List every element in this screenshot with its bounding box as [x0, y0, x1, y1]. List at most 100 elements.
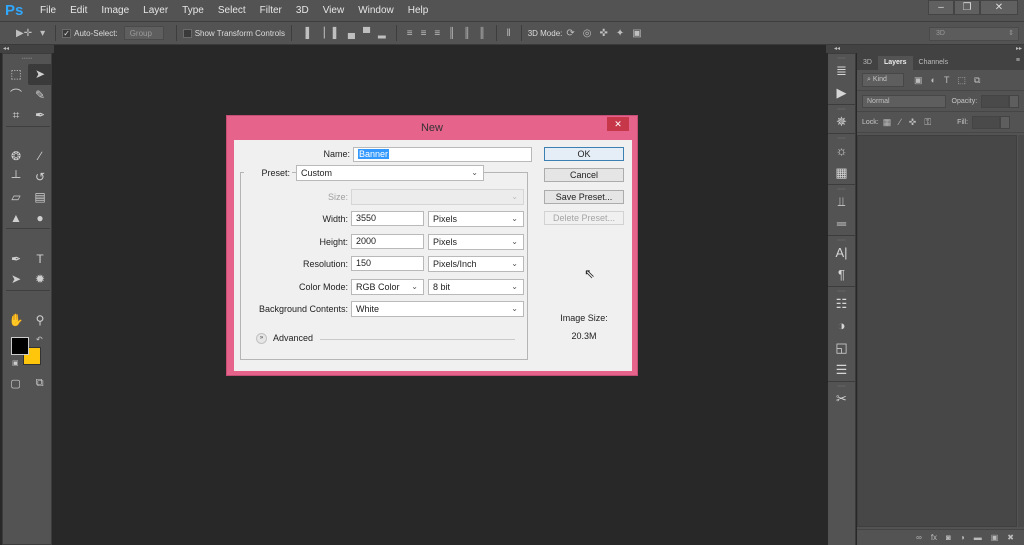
fill-dropdown[interactable] [1000, 115, 1011, 129]
dock-group-grip[interactable]: •••••• [828, 184, 855, 191]
distribute-left-icon[interactable]: ║ [448, 28, 455, 39]
lasso-tool[interactable]: ⌒ [4, 85, 28, 106]
layers-scrollbar[interactable] [1018, 135, 1024, 527]
brush-presets-icon[interactable]: ⫫ [828, 191, 855, 213]
height-unit-dropdown[interactable]: Pixels ⌄ [428, 234, 524, 250]
move-tool[interactable]: ➤ [28, 64, 52, 85]
opacity-dropdown[interactable] [1009, 94, 1019, 108]
rectangular-marquee-tool[interactable]: ⬚ [4, 64, 28, 85]
filter-kind-dropdown[interactable]: ⌕ Kind [862, 73, 904, 87]
advanced-expand-icon[interactable]: » [256, 333, 267, 344]
distribute-horizontal-center-icon[interactable]: ║ [463, 28, 470, 39]
distribute-bottom-icon[interactable]: ≡ [434, 28, 440, 39]
delete-layer-icon[interactable]: ✖ [1007, 533, 1014, 542]
menu-edit[interactable]: Edit [63, 5, 94, 16]
styles-icon[interactable]: ◑ [828, 315, 855, 337]
link-layers-icon[interactable]: ∞ [916, 533, 922, 542]
filter-adjustment-icon[interactable]: ◐ [931, 75, 936, 85]
menu-layer[interactable]: Layer [136, 5, 175, 16]
history-brush-tool[interactable]: ↺ [28, 167, 52, 188]
lock-position-icon[interactable]: ✜ [909, 117, 917, 128]
3d-scale-icon[interactable]: ▣ [632, 28, 641, 39]
menu-type[interactable]: Type [175, 5, 211, 16]
dock-group-grip[interactable]: •••••• [828, 235, 855, 242]
advanced-label[interactable]: Advanced [273, 333, 313, 343]
workspace-dropdown[interactable]: 3D ⇕ [929, 27, 1019, 41]
menu-file[interactable]: File [33, 5, 63, 16]
pen-tool[interactable]: ✒ [4, 249, 28, 270]
character-icon[interactable]: A| [828, 242, 855, 264]
tool-presets-icon[interactable]: ═ [828, 213, 855, 235]
clone-stamp-tool[interactable]: ┴ [4, 167, 28, 188]
name-input[interactable]: Banner [353, 147, 532, 162]
auto-align-icon[interactable]: ‖ [507, 28, 511, 39]
path-selection-tool[interactable]: ➤ [4, 269, 28, 290]
eraser-tool[interactable]: ▱ [4, 187, 28, 208]
3d-pan-icon[interactable]: ✜ [600, 28, 608, 39]
menu-image[interactable]: Image [94, 5, 136, 16]
auto-select-checkbox[interactable]: ✓ [62, 28, 72, 38]
gradient-tool[interactable]: ▤ [28, 187, 52, 208]
dialog-close-button[interactable]: ✕ [607, 117, 629, 131]
menu-view[interactable]: View [316, 5, 352, 16]
auto-select-target-dropdown[interactable]: Group [123, 26, 164, 40]
zoom-tool[interactable]: ⚲ [28, 310, 52, 331]
background-contents-dropdown[interactable]: White ⌄ [351, 301, 524, 317]
fill-input[interactable] [972, 115, 1001, 129]
restore-button[interactable]: ❐ [954, 0, 980, 15]
foreground-color-swatch[interactable] [11, 336, 29, 355]
show-transform-checkbox[interactable] [182, 28, 192, 38]
opacity-input[interactable] [981, 94, 1010, 108]
color-palette-icon[interactable]: ☼ [828, 140, 855, 162]
menu-window[interactable]: Window [351, 5, 401, 16]
swap-colors-icon[interactable]: ↶ [36, 335, 43, 344]
distribute-right-icon[interactable]: ║ [478, 28, 485, 39]
menu-3d[interactable]: 3D [289, 5, 316, 16]
distribute-vertical-center-icon[interactable]: ≡ [421, 28, 427, 39]
lock-image-icon[interactable]: ∕ [899, 117, 901, 127]
dock-group-grip[interactable]: •••••• [828, 133, 855, 140]
blur-tool[interactable]: ▲ [4, 208, 28, 229]
layers-list[interactable] [857, 135, 1017, 527]
filter-shape-icon[interactable]: ⬚ [957, 75, 966, 86]
filter-smart-object-icon[interactable]: ⧉ [974, 75, 980, 86]
minimize-button[interactable]: – [928, 0, 954, 15]
ok-button[interactable]: OK [544, 147, 624, 161]
tools-icon[interactable]: ✂ [828, 388, 855, 410]
save-preset-button[interactable]: Save Preset... [544, 190, 624, 204]
crop-tool[interactable]: ⌗ [4, 105, 28, 126]
panel-menu-icon[interactable]: ≡ [1016, 57, 1020, 64]
quick-selection-tool[interactable]: ✎ [28, 85, 52, 106]
dock-group-grip[interactable]: •••••• [828, 286, 855, 293]
hand-tool[interactable]: ✋ [4, 310, 28, 331]
menu-filter[interactable]: Filter [253, 5, 289, 16]
fx-icon[interactable]: fx [931, 533, 937, 542]
color-mode-dropdown[interactable]: RGB Color ⌄ [351, 279, 424, 295]
tab-channels[interactable]: Channels [913, 56, 955, 70]
height-input[interactable]: 2000 [351, 234, 424, 249]
toolbox-collapse-button[interactable]: ◂◂ [0, 45, 54, 53]
quick-mask-icon[interactable]: ▢ [10, 377, 20, 390]
adjustments-icon[interactable]: ☷ [828, 293, 855, 315]
custom-shape-tool[interactable]: ✹ [28, 269, 52, 290]
actions-play-icon[interactable]: ▶ [828, 82, 855, 104]
default-colors-icon[interactable]: ▣ [12, 359, 19, 367]
filter-type-icon[interactable]: T [944, 75, 950, 85]
align-top-icon[interactable]: ▐ [302, 28, 309, 39]
move-tool-preset-icon[interactable]: ▶✛ [16, 28, 32, 39]
tool-preset-dropdown-icon[interactable]: ▾ [40, 28, 45, 39]
3d-rotate-icon[interactable]: ⟳ [566, 28, 574, 39]
spot-healing-tool[interactable]: ❂ [4, 146, 28, 167]
adjustment-layer-icon[interactable]: ◑ [960, 533, 965, 542]
3d-roll-icon[interactable]: ◎ [583, 28, 592, 39]
align-horizontal-center-icon[interactable]: ▀ [363, 28, 370, 39]
align-bottom-icon[interactable]: ▌ [333, 28, 340, 39]
add-mask-icon[interactable]: ◙ [946, 533, 951, 542]
size-dropdown[interactable]: ⌄ [351, 189, 524, 205]
dock-group-grip[interactable]: •••••• [828, 53, 855, 60]
collapse-panels-button[interactable]: ▸▸ [1016, 45, 1022, 53]
cancel-button[interactable]: Cancel [544, 168, 624, 182]
align-left-icon[interactable]: ▄ [348, 28, 355, 39]
dodge-tool[interactable]: ● [28, 208, 52, 229]
brush-tool[interactable]: ∕ [28, 146, 52, 167]
